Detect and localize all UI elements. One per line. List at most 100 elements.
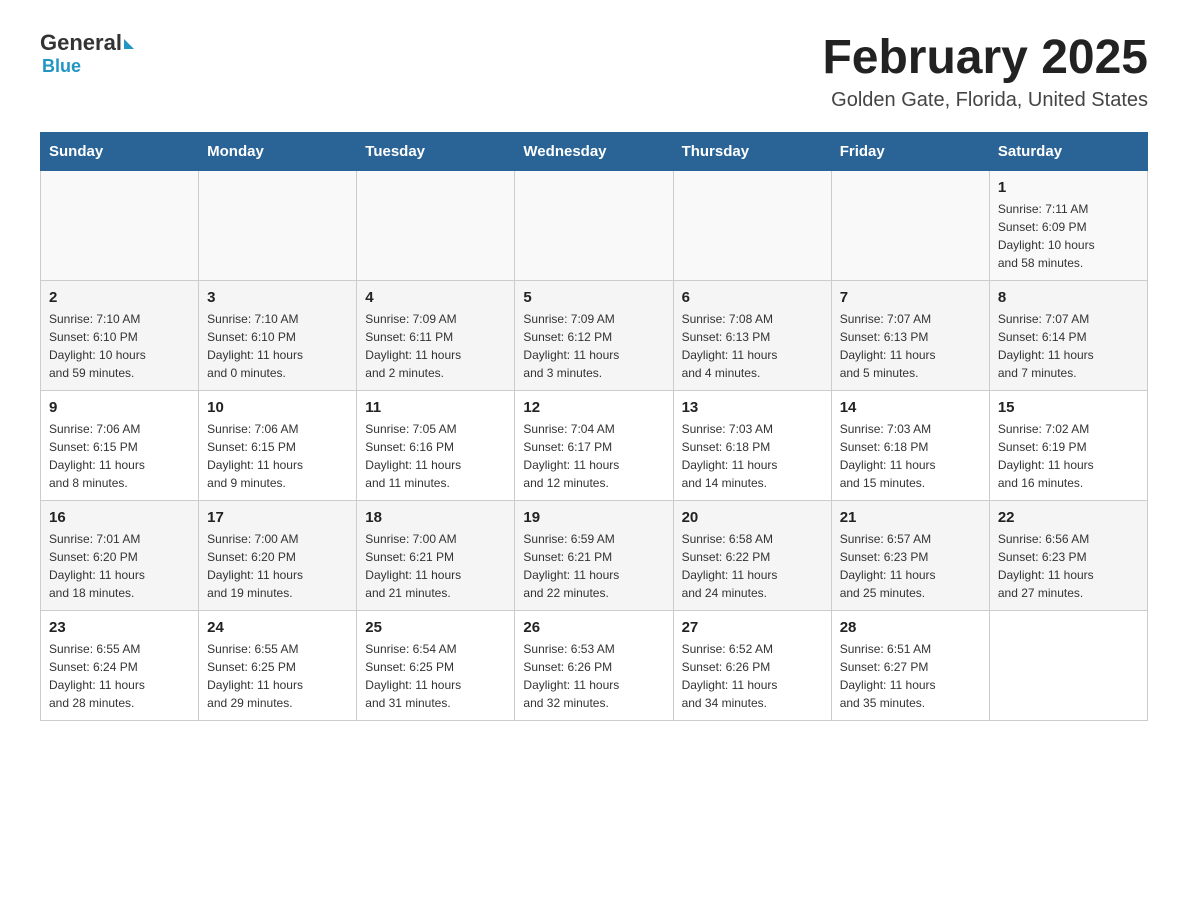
day-info: Sunrise: 7:06 AMSunset: 6:15 PMDaylight:… xyxy=(207,420,348,492)
calendar-cell: 26 Sunrise: 6:53 AMSunset: 6:26 PMDayligh… xyxy=(515,611,673,721)
day-number: 8 xyxy=(998,289,1139,306)
day-number: 21 xyxy=(840,509,981,526)
day-info: Sunrise: 7:08 AMSunset: 6:13 PMDaylight:… xyxy=(682,310,823,382)
calendar-cell: 25 Sunrise: 6:54 AMSunset: 6:25 PMDayligh… xyxy=(357,611,515,721)
calendar-week-3: 9 Sunrise: 7:06 AMSunset: 6:15 PMDaylight… xyxy=(41,391,1148,501)
calendar-cell: 11 Sunrise: 7:05 AMSunset: 6:16 PMDayligh… xyxy=(357,391,515,501)
month-title: February 2025 xyxy=(822,30,1148,85)
calendar-cell: 23Sunrise: 6:55 AMSunset: 6:24 PMDayligh… xyxy=(41,611,199,721)
calendar-cell: 10 Sunrise: 7:06 AMSunset: 6:15 PMDayligh… xyxy=(199,391,357,501)
calendar-cell: 24 Sunrise: 6:55 AMSunset: 6:25 PMDayligh… xyxy=(199,611,357,721)
calendar-cell: 18Sunrise: 7:00 AMSunset: 6:21 PMDayligh… xyxy=(357,501,515,611)
day-number: 27 xyxy=(682,619,823,636)
day-number: 14 xyxy=(840,399,981,416)
day-info: Sunrise: 6:57 AMSunset: 6:23 PMDaylight:… xyxy=(840,530,981,602)
calendar-cell: 16 Sunrise: 7:01 AMSunset: 6:20 PMDayligh… xyxy=(41,501,199,611)
calendar-cell: 21 Sunrise: 6:57 AMSunset: 6:23 PMDayligh… xyxy=(831,501,989,611)
day-info: Sunrise: 7:10 AMSunset: 6:10 PMDaylight:… xyxy=(49,310,190,382)
weekday-header-monday: Monday xyxy=(199,133,357,171)
calendar-cell: 13 Sunrise: 7:03 AMSunset: 6:18 PMDayligh… xyxy=(673,391,831,501)
day-info: Sunrise: 7:09 AMSunset: 6:12 PMDaylight:… xyxy=(523,310,664,382)
day-number: 19 xyxy=(523,509,664,526)
weekday-header-friday: Friday xyxy=(831,133,989,171)
calendar-cell xyxy=(831,171,989,281)
calendar-cell xyxy=(357,171,515,281)
day-number: 15 xyxy=(998,399,1139,416)
calendar-cell: 22Sunrise: 6:56 AMSunset: 6:23 PMDayligh… xyxy=(989,501,1147,611)
day-number: 24 xyxy=(207,619,348,636)
day-number: 6 xyxy=(682,289,823,306)
day-number: 25 xyxy=(365,619,506,636)
day-info: Sunrise: 6:55 AMSunset: 6:25 PMDaylight:… xyxy=(207,640,348,712)
day-number: 3 xyxy=(207,289,348,306)
day-number: 12 xyxy=(523,399,664,416)
day-info: Sunrise: 7:04 AMSunset: 6:17 PMDaylight:… xyxy=(523,420,664,492)
day-info: Sunrise: 7:00 AMSunset: 6:20 PMDaylight:… xyxy=(207,530,348,602)
day-number: 2 xyxy=(49,289,190,306)
day-info: Sunrise: 6:53 AMSunset: 6:26 PMDaylight:… xyxy=(523,640,664,712)
day-number: 28 xyxy=(840,619,981,636)
calendar-week-4: 16 Sunrise: 7:01 AMSunset: 6:20 PMDayligh… xyxy=(41,501,1148,611)
calendar-cell: 1Sunrise: 7:11 AMSunset: 6:09 PMDaylight… xyxy=(989,171,1147,281)
calendar-cell xyxy=(199,171,357,281)
calendar-cell: 15 Sunrise: 7:02 AMSunset: 6:19 PMDayligh… xyxy=(989,391,1147,501)
day-number: 7 xyxy=(840,289,981,306)
day-info: Sunrise: 7:07 AMSunset: 6:14 PMDaylight:… xyxy=(998,310,1139,382)
day-number: 16 xyxy=(49,509,190,526)
calendar-cell: 6 Sunrise: 7:08 AMSunset: 6:13 PMDaylight… xyxy=(673,281,831,391)
calendar-week-2: 2 Sunrise: 7:10 AMSunset: 6:10 PMDaylight… xyxy=(41,281,1148,391)
day-number: 4 xyxy=(365,289,506,306)
day-number: 11 xyxy=(365,399,506,416)
day-number: 5 xyxy=(523,289,664,306)
calendar-cell xyxy=(41,171,199,281)
day-number: 9 xyxy=(49,399,190,416)
day-number: 26 xyxy=(523,619,664,636)
day-info: Sunrise: 6:51 AMSunset: 6:27 PMDaylight:… xyxy=(840,640,981,712)
calendar-cell: 12 Sunrise: 7:04 AMSunset: 6:17 PMDayligh… xyxy=(515,391,673,501)
day-number: 10 xyxy=(207,399,348,416)
calendar-cell: 7 Sunrise: 7:07 AMSunset: 6:13 PMDaylight… xyxy=(831,281,989,391)
day-info: Sunrise: 7:03 AMSunset: 6:18 PMDaylight:… xyxy=(840,420,981,492)
day-info: Sunrise: 7:10 AMSunset: 6:10 PMDaylight:… xyxy=(207,310,348,382)
day-info: Sunrise: 6:58 AMSunset: 6:22 PMDaylight:… xyxy=(682,530,823,602)
day-number: 22 xyxy=(998,509,1139,526)
weekday-header-saturday: Saturday xyxy=(989,133,1147,171)
calendar-cell: 2 Sunrise: 7:10 AMSunset: 6:10 PMDaylight… xyxy=(41,281,199,391)
calendar-cell xyxy=(515,171,673,281)
calendar-week-1: 1Sunrise: 7:11 AMSunset: 6:09 PMDaylight… xyxy=(41,171,1148,281)
day-info: Sunrise: 7:03 AMSunset: 6:18 PMDaylight:… xyxy=(682,420,823,492)
weekday-header-wednesday: Wednesday xyxy=(515,133,673,171)
calendar-cell: 3 Sunrise: 7:10 AMSunset: 6:10 PMDaylight… xyxy=(199,281,357,391)
day-info: Sunrise: 7:11 AMSunset: 6:09 PMDaylight:… xyxy=(998,200,1139,272)
page-header: General Blue February 2025 Golden Gate, … xyxy=(40,30,1148,112)
day-info: Sunrise: 6:54 AMSunset: 6:25 PMDaylight:… xyxy=(365,640,506,712)
title-area: February 2025 Golden Gate, Florida, Unit… xyxy=(822,30,1148,112)
day-number: 13 xyxy=(682,399,823,416)
logo-triangle-icon xyxy=(124,39,134,49)
day-info: Sunrise: 7:00 AMSunset: 6:21 PMDaylight:… xyxy=(365,530,506,602)
weekday-header-thursday: Thursday xyxy=(673,133,831,171)
day-info: Sunrise: 6:52 AMSunset: 6:26 PMDaylight:… xyxy=(682,640,823,712)
day-info: Sunrise: 7:01 AMSunset: 6:20 PMDaylight:… xyxy=(49,530,190,602)
calendar-week-5: 23Sunrise: 6:55 AMSunset: 6:24 PMDayligh… xyxy=(41,611,1148,721)
day-number: 23 xyxy=(49,619,190,636)
calendar-cell: 19Sunrise: 6:59 AMSunset: 6:21 PMDayligh… xyxy=(515,501,673,611)
calendar-cell: 27 Sunrise: 6:52 AMSunset: 6:26 PMDayligh… xyxy=(673,611,831,721)
calendar-cell: 4Sunrise: 7:09 AMSunset: 6:11 PMDaylight… xyxy=(357,281,515,391)
day-info: Sunrise: 7:05 AMSunset: 6:16 PMDaylight:… xyxy=(365,420,506,492)
calendar-cell xyxy=(989,611,1147,721)
day-number: 20 xyxy=(682,509,823,526)
day-info: Sunrise: 7:07 AMSunset: 6:13 PMDaylight:… xyxy=(840,310,981,382)
logo-blue: Blue xyxy=(42,56,81,77)
weekday-header-row: SundayMondayTuesdayWednesdayThursdayFrid… xyxy=(41,133,1148,171)
calendar-cell: 17Sunrise: 7:00 AMSunset: 6:20 PMDayligh… xyxy=(199,501,357,611)
weekday-header-sunday: Sunday xyxy=(41,133,199,171)
calendar-cell: 9 Sunrise: 7:06 AMSunset: 6:15 PMDaylight… xyxy=(41,391,199,501)
logo-general: General xyxy=(40,30,122,56)
calendar-cell: 8 Sunrise: 7:07 AMSunset: 6:14 PMDaylight… xyxy=(989,281,1147,391)
day-info: Sunrise: 7:02 AMSunset: 6:19 PMDaylight:… xyxy=(998,420,1139,492)
logo-text: General xyxy=(40,30,134,56)
day-info: Sunrise: 7:06 AMSunset: 6:15 PMDaylight:… xyxy=(49,420,190,492)
logo: General Blue xyxy=(40,30,134,77)
calendar-table: SundayMondayTuesdayWednesdayThursdayFrid… xyxy=(40,132,1148,721)
